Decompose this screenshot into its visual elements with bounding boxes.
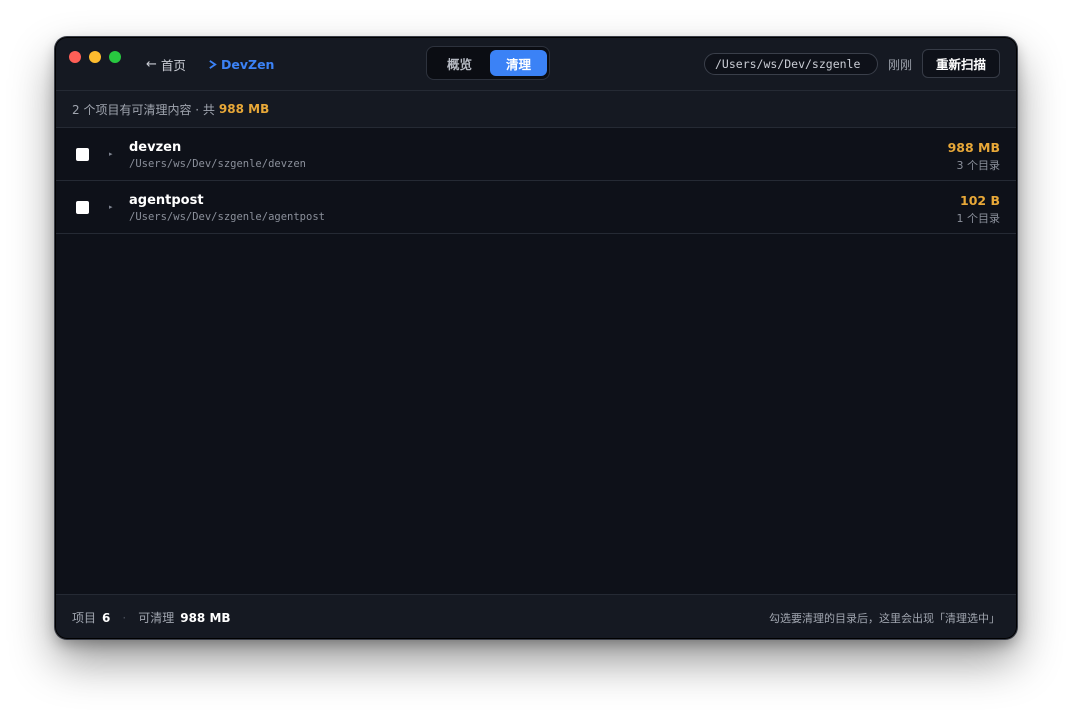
separator-dot: · [122,610,127,625]
project-title: DevZen [221,56,275,72]
project-path: /Users/ws/Dev/szgenle/devzen [129,158,307,170]
app-window: ← 首页 DevZen 概览 清理 /Users/ws/Dev/szgenle … [56,38,1016,638]
project-size: 988 MB [947,140,1000,155]
scan-path: /Users/ws/Dev/szgenle [704,53,878,75]
footer-hint: 勾选要清理的目录后，这里会出现「清理选中」 [769,612,1000,625]
back-home-link[interactable]: ← 首页 [146,55,186,73]
cleanable-value: 988 MB [180,610,231,625]
current-project: DevZen [208,55,274,73]
summary-bar: 2 个项目有可清理内容 · 共 988 MB [56,91,1016,128]
summary-text: 2 个项目有可清理内容 · 共 [72,102,215,117]
project-checkbox[interactable] [76,201,89,214]
project-name: devzen [129,140,182,155]
project-name: agentpost [129,193,204,208]
project-row[interactable]: ▸ agentpost /Users/ws/Dev/szgenle/agentp… [56,182,1016,234]
project-dir-count: 3 个目录 [956,159,1001,172]
tab-clean[interactable]: 清理 [490,50,547,76]
project-checkbox[interactable] [76,148,89,161]
project-row[interactable]: ▸ devzen /Users/ws/Dev/szgenle/devzen 98… [56,129,1016,181]
last-scan-time: 刚刚 [888,57,913,72]
projects-label: 项目 [72,611,97,625]
title-bar: ← 首页 DevZen 概览 清理 /Users/ws/Dev/szgenle … [56,38,1016,91]
status-footer: 项目 6 · 可清理 988 MB 勾选要清理的目录后，这里会出现「清理选中」 [56,594,1016,638]
project-size: 102 B [960,193,1000,208]
minimize-window-button[interactable] [89,51,101,63]
caret-right-icon[interactable]: ▸ [109,203,113,211]
rescan-button[interactable]: 重新扫描 [922,49,1000,78]
summary-total: 988 MB [218,102,270,116]
cleanable-label: 可清理 [138,611,175,625]
project-path: /Users/ws/Dev/szgenle/agentpost [129,211,325,223]
project-dir-count: 1 个目录 [956,212,1001,225]
close-window-button[interactable] [69,51,81,63]
caret-right-icon[interactable]: ▸ [109,150,113,158]
footer-stats: 项目 6 · 可清理 988 MB [72,609,231,626]
zoom-window-button[interactable] [109,51,121,63]
devzen-logo-icon [208,57,217,72]
back-label: 首页 [160,57,186,73]
arrow-left-icon: ← [146,56,157,72]
view-tabs: 概览 清理 [426,46,550,80]
projects-count: 6 [102,610,111,625]
tab-overview[interactable]: 概览 [431,50,488,76]
